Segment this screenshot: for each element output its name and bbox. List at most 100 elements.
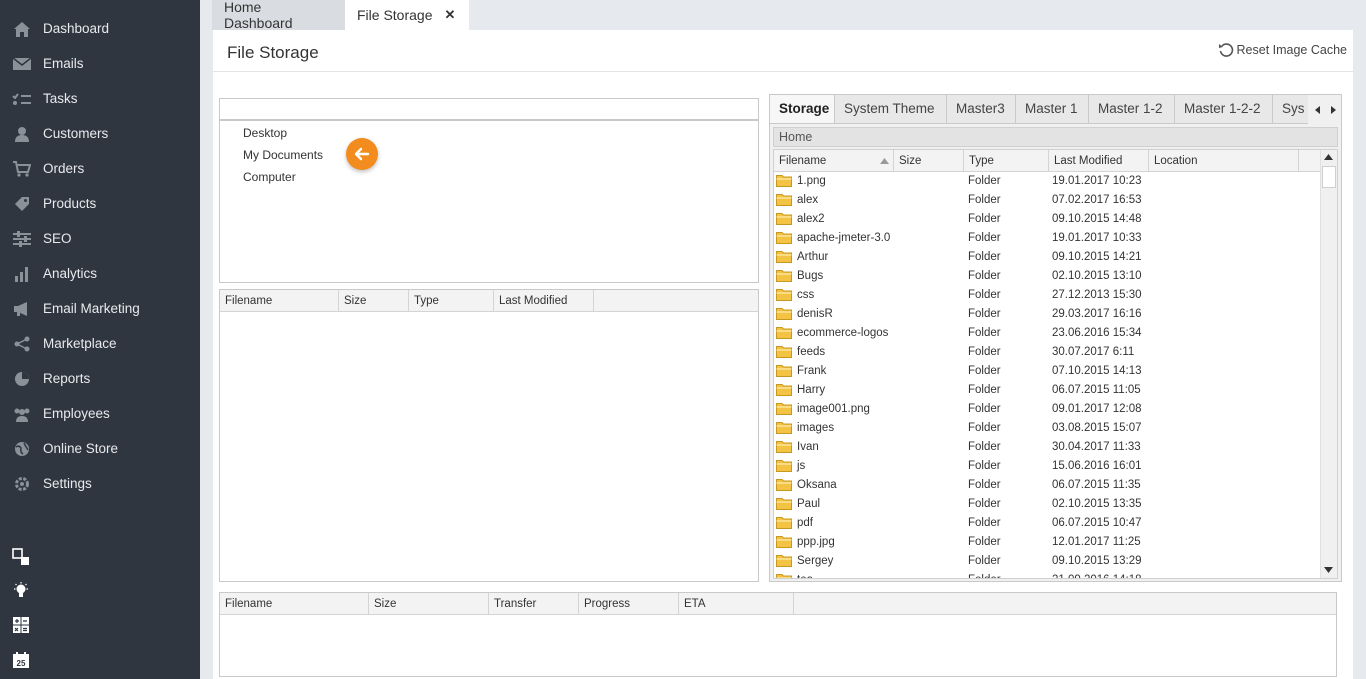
table-row[interactable]: Frank Folder 07.10.2015 14:13	[774, 362, 1321, 381]
cell-filename: denisR	[797, 308, 833, 320]
column-header-last-modified[interactable]: Last Modified	[1049, 150, 1149, 172]
table-row[interactable]: images Folder 03.08.2015 15:07	[774, 419, 1321, 438]
calendar-icon[interactable]: 25	[11, 650, 31, 670]
column-header-filename[interactable]: Filename	[774, 150, 894, 172]
cell-filename: Bugs	[797, 270, 824, 282]
sidebar-item-orders[interactable]: Orders	[0, 151, 200, 186]
tree-item-desktop[interactable]: Desktop	[243, 126, 287, 140]
scrollbar-thumb[interactable]	[1322, 166, 1336, 188]
column-header-filename[interactable]: Filename	[220, 593, 369, 615]
tab-label: Home Dashboard	[224, 0, 293, 31]
tabs-scroll-right-icon[interactable]	[1328, 105, 1338, 115]
table-row[interactable]: alex2 Folder 09.10.2015 14:48	[774, 210, 1321, 229]
cell-last-modified: 19.01.2017 10:33	[1052, 232, 1142, 244]
storage-tab-system-theme[interactable]: System Theme	[835, 95, 947, 123]
sliders-icon	[12, 230, 32, 248]
tab-home-dashboard[interactable]: Home Dashboard	[212, 0, 345, 31]
cell-filename: Oksana	[797, 479, 837, 491]
sidebar-item-dashboard[interactable]: Dashboard	[0, 11, 200, 46]
table-row[interactable]: tea Folder 21.09.2016 14:18	[774, 571, 1321, 578]
table-row[interactable]: feeds Folder 30.07.2017 6:11	[774, 343, 1321, 362]
folder-icon	[776, 555, 792, 567]
page-title: File Storage	[227, 43, 319, 62]
sidebar-item-tasks[interactable]: Tasks	[0, 81, 200, 116]
table-row[interactable]: alex Folder 07.02.2017 16:53	[774, 191, 1321, 210]
table-row[interactable]: Arthur Folder 09.10.2015 14:21	[774, 248, 1321, 267]
sidebar-item-marketplace[interactable]: Marketplace	[0, 326, 200, 361]
sidebar-item-products[interactable]: Products	[0, 186, 200, 221]
close-icon[interactable]: ✕	[444, 7, 455, 23]
reset-image-cache-button[interactable]: Reset Image Cache	[1218, 42, 1347, 58]
refresh-icon	[1218, 43, 1233, 57]
table-row[interactable]: denisR Folder 29.03.2017 16:16	[774, 305, 1321, 324]
cell-last-modified: 27.12.2013 15:30	[1052, 289, 1142, 301]
column-header-size[interactable]: Size	[369, 593, 489, 615]
sidebar-item-customers[interactable]: Customers	[0, 116, 200, 151]
sidebar-item-online-store[interactable]: Online Store	[0, 431, 200, 466]
table-row[interactable]: js Folder 15.06.2016 16:01	[774, 457, 1321, 476]
table-row[interactable]: ecommerce-logos Folder 23.06.2016 15:34	[774, 324, 1321, 343]
tree-item-my-documents[interactable]: My Documents	[243, 148, 323, 162]
breadcrumb[interactable]: Home	[773, 127, 1338, 147]
column-header-eta[interactable]: ETA	[679, 593, 794, 615]
folder-icon	[776, 270, 792, 282]
column-header-size[interactable]: Size	[894, 150, 964, 172]
calendar-day: 25	[17, 659, 26, 668]
remote-storage-panel: Storage System Theme Master3 Master 1 Ma…	[769, 94, 1342, 582]
sidebar-item-emails[interactable]: Emails	[0, 46, 200, 81]
cell-type: Folder	[968, 555, 1001, 567]
tab-file-storage[interactable]: File Storage ✕	[345, 0, 469, 30]
cell-type: Folder	[968, 270, 1001, 282]
storage-tab-master-1-2[interactable]: Master 1-2	[1089, 95, 1175, 123]
cell-filename: alex	[797, 194, 819, 206]
table-row[interactable]: 1.png Folder 19.01.2017 10:23	[774, 172, 1321, 191]
table-row[interactable]: Bugs Folder 02.10.2015 13:10	[774, 267, 1321, 286]
back-button[interactable]	[346, 138, 378, 170]
lightbulb-icon[interactable]	[11, 581, 31, 601]
storage-tab-master-1[interactable]: Master 1	[1016, 95, 1089, 123]
tree-item-computer[interactable]: Computer	[243, 170, 296, 184]
table-row[interactable]: pdf Folder 06.07.2015 10:47	[774, 514, 1321, 533]
column-header-location[interactable]: Location	[1149, 150, 1299, 172]
sidebar-item-email-marketing[interactable]: Email Marketing	[0, 291, 200, 326]
cell-filename: css	[797, 289, 815, 301]
cell-last-modified: 23.06.2016 15:34	[1052, 327, 1142, 339]
local-path-input[interactable]	[219, 98, 759, 120]
storage-tab-master-1-2-2[interactable]: Master 1-2-2	[1175, 95, 1273, 123]
table-row[interactable]: Sergey Folder 09.10.2015 13:29	[774, 552, 1321, 571]
storage-tab-storage[interactable]: Storage	[770, 95, 835, 123]
column-header-progress[interactable]: Progress	[579, 593, 679, 615]
column-header-filename[interactable]: Filename	[220, 290, 339, 312]
storage-tab-master3[interactable]: Master3	[947, 95, 1016, 123]
scroll-up-icon[interactable]	[1324, 154, 1333, 160]
tabs-scroll-left-icon[interactable]	[1313, 105, 1323, 115]
cell-filename: 1.png	[797, 175, 826, 187]
sidebar-item-employees[interactable]: Employees	[0, 396, 200, 431]
vertical-scrollbar[interactable]	[1320, 150, 1337, 578]
storage-tab-sys[interactable]: Sys	[1273, 95, 1308, 123]
cell-type: Folder	[968, 517, 1001, 529]
windows-icon[interactable]	[11, 547, 31, 567]
column-header-type[interactable]: Type	[409, 290, 494, 312]
table-row[interactable]: Oksana Folder 06.07.2015 11:35	[774, 476, 1321, 495]
remote-files-grid: Filename Size Type Last Modified Locatio…	[773, 149, 1338, 579]
column-header-last-modified[interactable]: Last Modified	[494, 290, 594, 312]
table-row[interactable]: apache-jmeter-3.0 Folder 19.01.2017 10:33	[774, 229, 1321, 248]
table-row[interactable]: Harry Folder 06.07.2015 11:05	[774, 381, 1321, 400]
cell-type: Folder	[968, 251, 1001, 263]
column-header-size[interactable]: Size	[339, 290, 409, 312]
reset-image-cache-label: Reset Image Cache	[1236, 43, 1347, 57]
scroll-down-icon[interactable]	[1324, 567, 1333, 573]
table-row[interactable]: ppp.jpg Folder 12.01.2017 11:25	[774, 533, 1321, 552]
column-header-transfer[interactable]: Transfer	[489, 593, 579, 615]
sidebar-item-settings[interactable]: Settings	[0, 466, 200, 501]
column-header-type[interactable]: Type	[964, 150, 1049, 172]
table-row[interactable]: Ivan Folder 30.04.2017 11:33	[774, 438, 1321, 457]
sidebar-item-analytics[interactable]: Analytics	[0, 256, 200, 291]
table-row[interactable]: image001.png Folder 09.01.2017 12:08	[774, 400, 1321, 419]
sidebar-item-seo[interactable]: SEO	[0, 221, 200, 256]
table-row[interactable]: css Folder 27.12.2013 15:30	[774, 286, 1321, 305]
sidebar-item-reports[interactable]: Reports	[0, 361, 200, 396]
table-row[interactable]: Paul Folder 02.10.2015 13:35	[774, 495, 1321, 514]
calculator-icon[interactable]	[11, 615, 31, 635]
